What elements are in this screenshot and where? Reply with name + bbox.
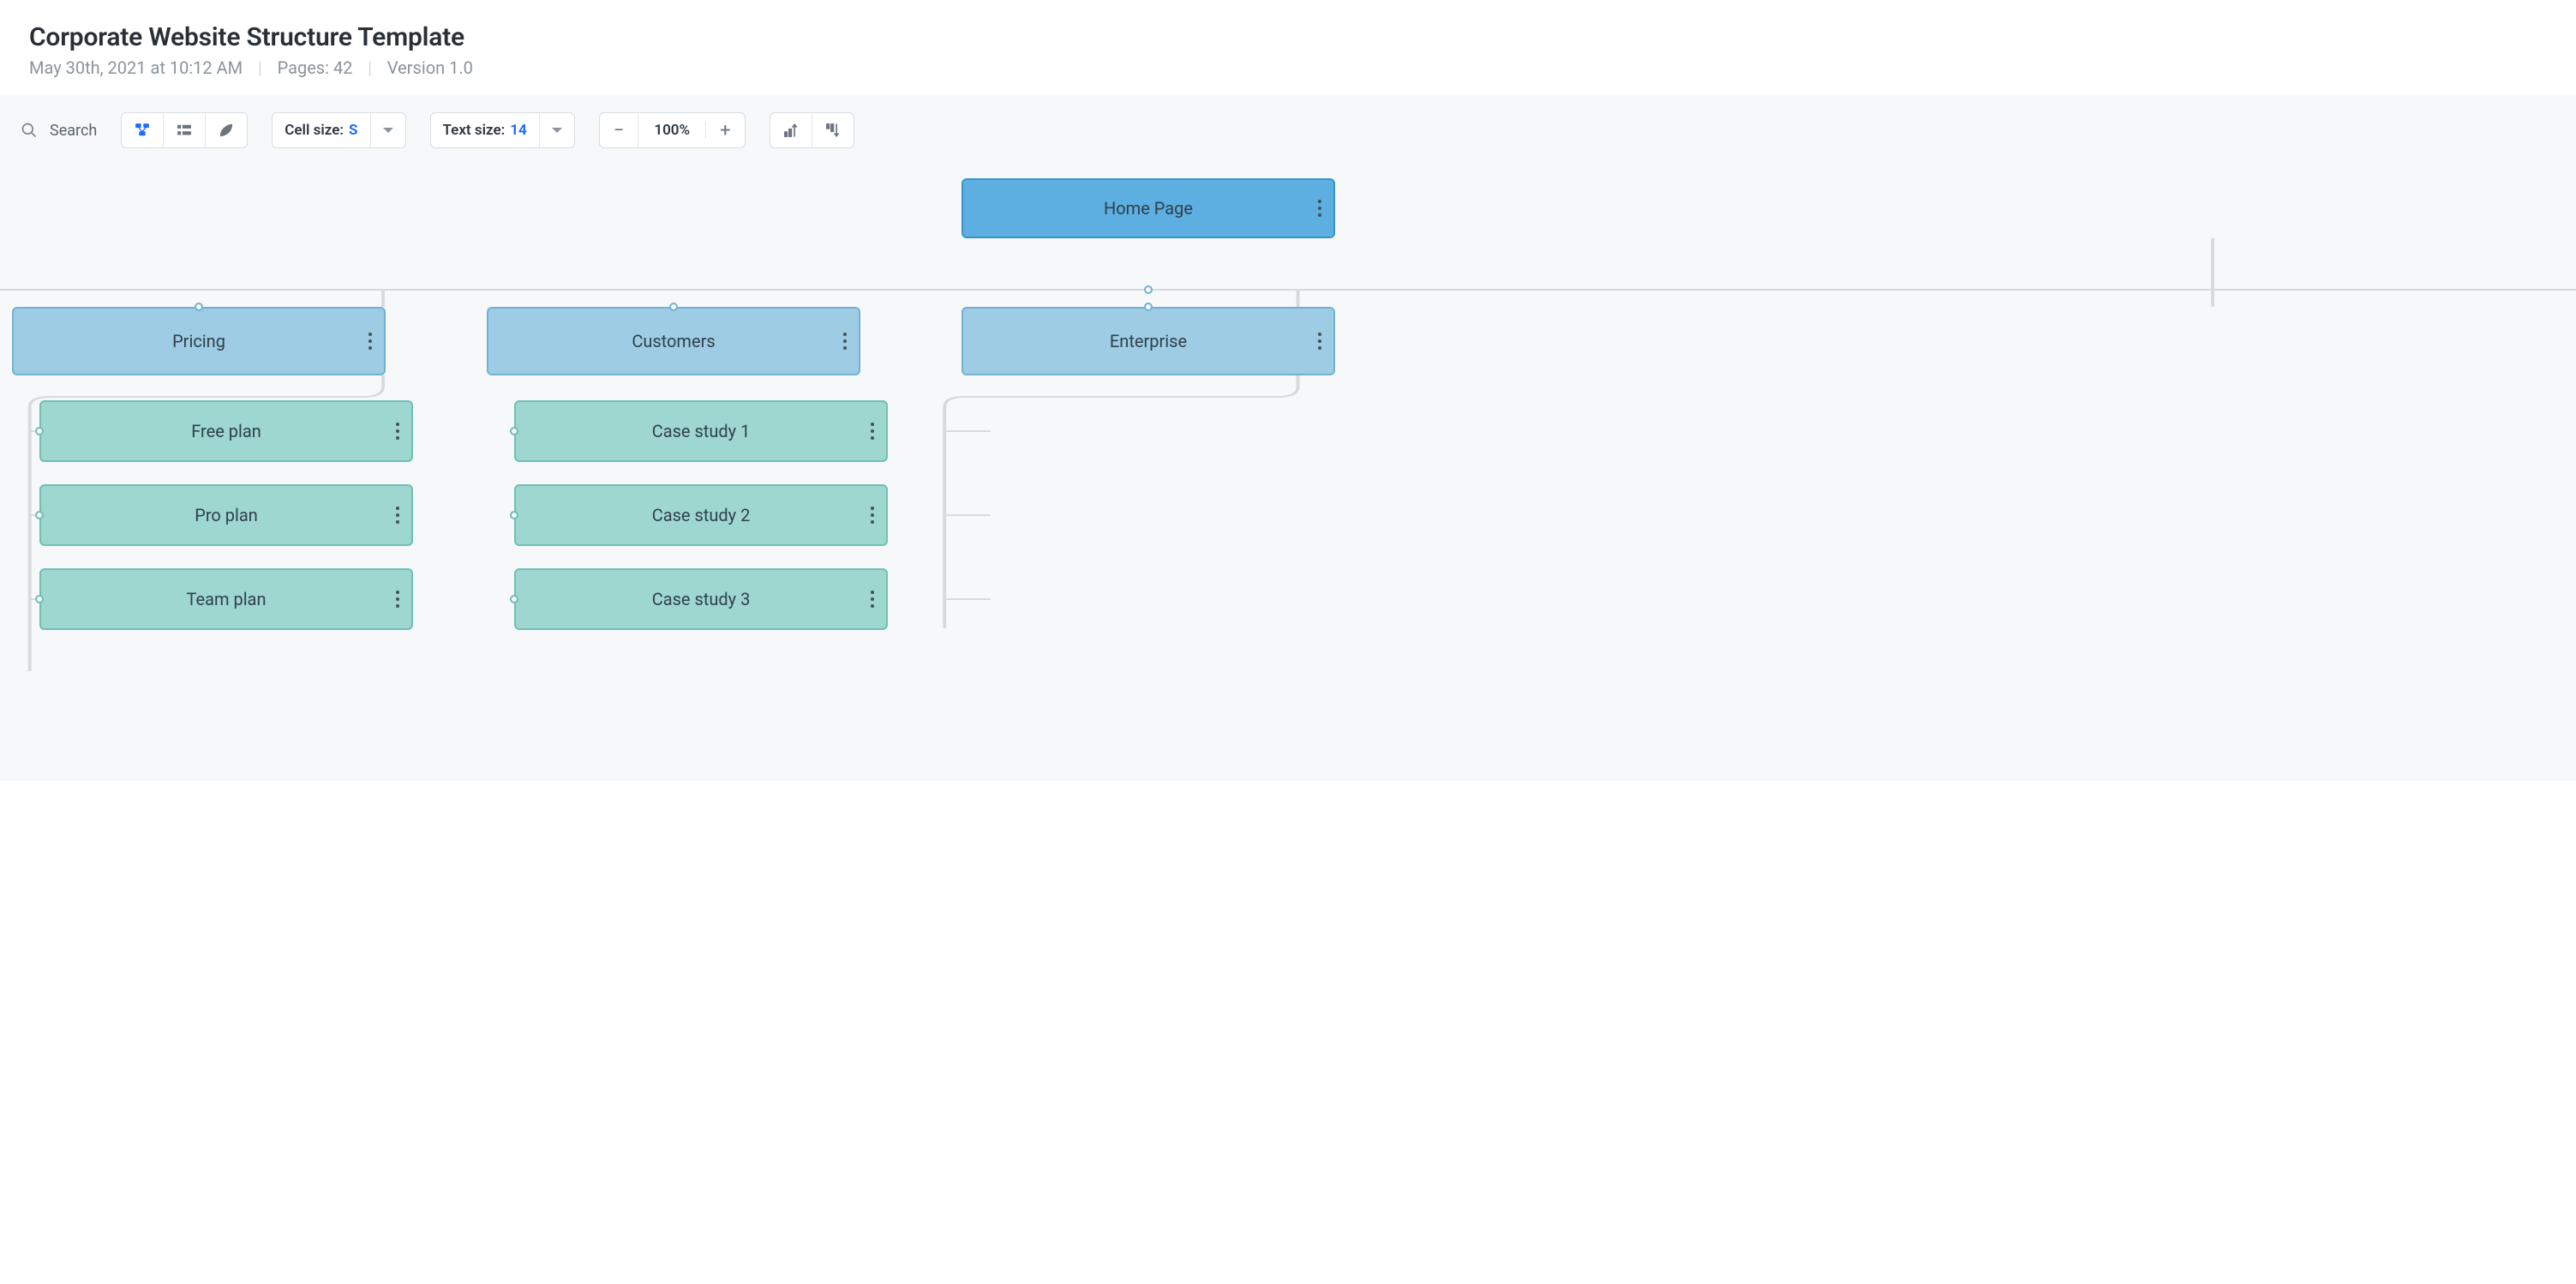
- meta-version: Version 1.0: [387, 57, 473, 78]
- node-menu-button[interactable]: [843, 333, 847, 350]
- connector-dot: [35, 595, 44, 603]
- node-menu-button[interactable]: [1318, 200, 1321, 217]
- cell-size-value: S: [349, 122, 357, 139]
- node-menu-button[interactable]: [396, 423, 399, 440]
- node-label: Team plan: [187, 589, 267, 609]
- node-menu-button[interactable]: [396, 507, 399, 524]
- search-label: Search: [50, 122, 97, 140]
- meta-date: May 30th, 2021 at 10:12 AM: [29, 57, 243, 78]
- sort-desc-button[interactable]: [812, 113, 854, 147]
- sort-asc-icon: [782, 122, 800, 139]
- node-label: Case study 2: [652, 505, 751, 525]
- sitemap-canvas[interactable]: Home Page Pricing Free plan Pro plan Tea…: [0, 165, 2576, 680]
- page-meta: May 30th, 2021 at 10:12 AM | Pages: 42 |…: [29, 57, 2547, 78]
- cell-size-label: Cell size:: [285, 122, 344, 139]
- node-main[interactable]: Customers: [487, 307, 860, 375]
- connector-dot: [35, 427, 44, 435]
- node-label: Pricing: [172, 331, 225, 351]
- node-label: Case study 1: [652, 421, 751, 441]
- node-sub[interactable]: Pro plan: [39, 484, 413, 546]
- meta-separator: |: [258, 57, 261, 78]
- text-size-label: Text size:: [443, 122, 506, 139]
- sort-asc-button[interactable]: [770, 113, 812, 147]
- view-grid-button[interactable]: [164, 113, 206, 147]
- node-menu-button[interactable]: [368, 333, 372, 350]
- node-sub[interactable]: Case study 2: [514, 484, 888, 546]
- chevron-down-icon: [383, 128, 393, 133]
- search-button[interactable]: Search: [21, 122, 97, 140]
- node-label: Case study 3: [652, 589, 751, 609]
- view-leaf-button[interactable]: [206, 113, 247, 147]
- node-label: Enterprise: [1110, 331, 1187, 351]
- node-label: Free plan: [191, 421, 261, 441]
- view-tree-button[interactable]: [122, 113, 164, 147]
- grid-icon: [176, 122, 193, 139]
- zoom-control: − 100% +: [599, 112, 746, 148]
- leaf-icon: [218, 122, 235, 139]
- page-header: Corporate Website Structure Template May…: [0, 0, 2576, 95]
- node-menu-button[interactable]: [871, 507, 874, 524]
- node-menu-button[interactable]: [871, 591, 874, 608]
- zoom-value: 100%: [638, 122, 706, 139]
- node-root-label: Home Page: [1104, 198, 1193, 219]
- zoom-in-button[interactable]: +: [706, 113, 744, 147]
- connector-dot: [35, 511, 44, 519]
- meta-pages: Pages: 42: [278, 57, 353, 78]
- connector-dot: [1144, 303, 1153, 311]
- cell-size-dropdown[interactable]: Cell size: S: [272, 112, 405, 148]
- sort-group: [770, 112, 854, 148]
- connector-dot: [195, 303, 203, 311]
- node-main[interactable]: Enterprise: [962, 307, 1335, 375]
- node-main[interactable]: Pricing: [12, 307, 386, 375]
- connector-dot: [510, 511, 518, 519]
- node-menu-button[interactable]: [1318, 333, 1321, 350]
- chevron-down-icon: [552, 128, 562, 133]
- sort-desc-icon: [824, 122, 842, 139]
- search-icon: [21, 122, 38, 139]
- text-size-value: 14: [510, 122, 527, 139]
- node-sub[interactable]: Free plan: [39, 400, 413, 462]
- connector-dot: [510, 595, 518, 603]
- node-sub[interactable]: Case study 1: [514, 400, 888, 462]
- node-sub[interactable]: Case study 3: [514, 568, 888, 630]
- toolbar: Search Cell size: S Text size:: [0, 112, 2576, 165]
- text-size-dropdown[interactable]: Text size: 14: [430, 112, 575, 148]
- node-menu-button[interactable]: [871, 423, 874, 440]
- connector-dot: [1144, 285, 1153, 294]
- node-sub[interactable]: Team plan: [39, 568, 413, 630]
- node-label: Pro plan: [195, 505, 258, 525]
- cell-size-caret[interactable]: [370, 113, 405, 147]
- tree-icon: [134, 122, 151, 139]
- zoom-out-button[interactable]: −: [600, 113, 639, 147]
- node-label: Customers: [632, 331, 715, 351]
- node-menu-button[interactable]: [396, 591, 399, 608]
- view-mode-group: [121, 112, 248, 148]
- text-size-caret[interactable]: [539, 113, 574, 147]
- page-title: Corporate Website Structure Template: [29, 22, 2547, 52]
- connector-dot: [669, 303, 678, 311]
- node-root[interactable]: Home Page: [962, 178, 1335, 238]
- connector-dot: [510, 427, 518, 435]
- meta-separator: |: [368, 57, 371, 78]
